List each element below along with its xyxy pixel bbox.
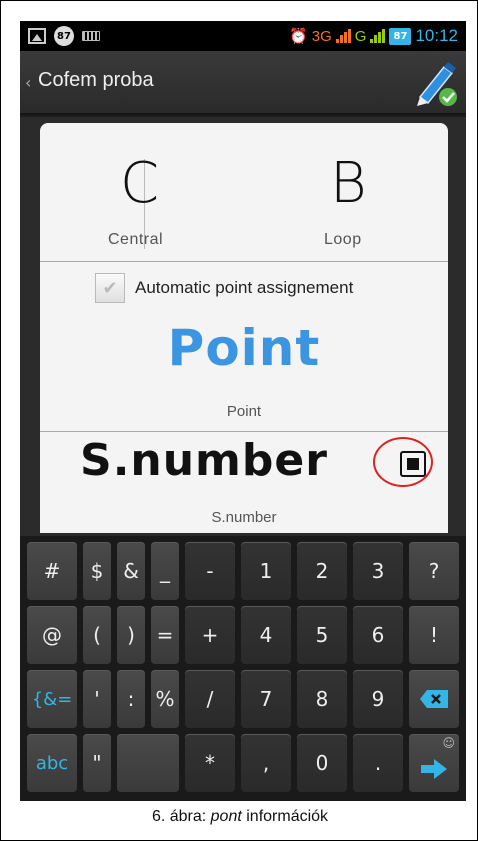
key[interactable]: ? (409, 542, 459, 600)
key[interactable]: " (83, 734, 111, 792)
enter-arrow-icon (421, 759, 447, 779)
auto-assign-label: Automatic point assignement (135, 278, 354, 297)
key[interactable]: & (117, 542, 145, 600)
divider (40, 431, 448, 432)
auto-assign-row[interactable]: ✔ Automatic point assignement (95, 273, 353, 303)
gallery-notification-icon (28, 28, 46, 44)
phone-screen: 87 ⏰ 3G G 87 10:12 ‹ Cofem proba C B Cen… (20, 21, 466, 801)
highlight-circle (373, 437, 433, 487)
symbols-key[interactable]: {&= (27, 670, 77, 728)
control-label: Central (108, 231, 164, 248)
battery-icon: 87 (389, 27, 412, 45)
point-label: Point (226, 403, 262, 420)
snumber-value[interactable]: S.number (80, 435, 328, 486)
key[interactable]: 5 (297, 606, 347, 664)
keyboard-notification-icon (82, 31, 100, 41)
alarm-clock-icon: ⏰ (289, 28, 308, 45)
action-bar: ‹ Cofem proba (20, 51, 466, 115)
key[interactable]: _ (151, 542, 179, 600)
key[interactable]: 6 (353, 606, 403, 664)
key[interactable]: ( (83, 606, 111, 664)
key[interactable]: . (353, 734, 403, 792)
back-chevron-icon[interactable]: ‹ (25, 73, 31, 92)
key[interactable]: $ (83, 542, 111, 600)
page-title[interactable]: Cofem proba (38, 69, 154, 92)
point-value[interactable]: Point (40, 319, 448, 377)
key[interactable]: 1 (241, 542, 291, 600)
key[interactable]: : (117, 670, 145, 728)
mode-letter[interactable]: B (330, 151, 367, 216)
key[interactable]: 4 (241, 606, 291, 664)
network-3g-label: 3G (311, 27, 332, 45)
key[interactable]: , (241, 734, 291, 792)
key[interactable]: ) (117, 606, 145, 664)
key[interactable]: 0 (297, 734, 347, 792)
key[interactable]: 2 (297, 542, 347, 600)
key[interactable]: 8 (297, 670, 347, 728)
key[interactable]: 3 (353, 542, 403, 600)
signal-3g-icon (335, 29, 351, 43)
snumber-label: S.number (211, 509, 277, 526)
key[interactable]: 7 (241, 670, 291, 728)
status-bar: 87 ⏰ 3G G 87 10:12 (20, 21, 466, 51)
key[interactable]: - (185, 542, 235, 600)
key[interactable]: ! (409, 606, 459, 664)
pen-check-icon[interactable] (408, 57, 460, 109)
on-screen-keyboard: # $ & _ - 1 2 3 ? @ ( ) = + 4 5 6 ! {&= … (20, 536, 466, 801)
key[interactable]: @ (27, 606, 77, 664)
abc-key[interactable]: abc (27, 734, 77, 792)
auto-assign-checkbox[interactable]: ✔ (95, 273, 125, 303)
notification-count-badge: 87 (54, 26, 74, 46)
key[interactable]: / (185, 670, 235, 728)
mode-label: Loop (324, 231, 362, 248)
signal-g-icon (370, 29, 386, 43)
key[interactable]: ' (83, 670, 111, 728)
key[interactable]: + (185, 606, 235, 664)
key[interactable]: 9 (353, 670, 403, 728)
smiley-icon: ☺ (442, 736, 455, 750)
backspace-key[interactable] (409, 670, 459, 728)
key[interactable]: % (151, 670, 179, 728)
space-key[interactable] (117, 734, 179, 792)
key[interactable]: = (151, 606, 179, 664)
enter-key[interactable]: ☺ (409, 734, 459, 792)
figure-frame: 87 ⏰ 3G G 87 10:12 ‹ Cofem proba C B Cen… (0, 0, 478, 841)
network-g-label: G (354, 27, 367, 45)
divider (40, 261, 448, 262)
key[interactable]: # (27, 542, 77, 600)
key[interactable]: * (185, 734, 235, 792)
clock-time: 10:12 (415, 26, 458, 45)
control-letter[interactable]: C (120, 151, 159, 216)
backspace-icon (420, 690, 448, 708)
figure-caption: 6. ábra: pont információk (151, 808, 329, 825)
